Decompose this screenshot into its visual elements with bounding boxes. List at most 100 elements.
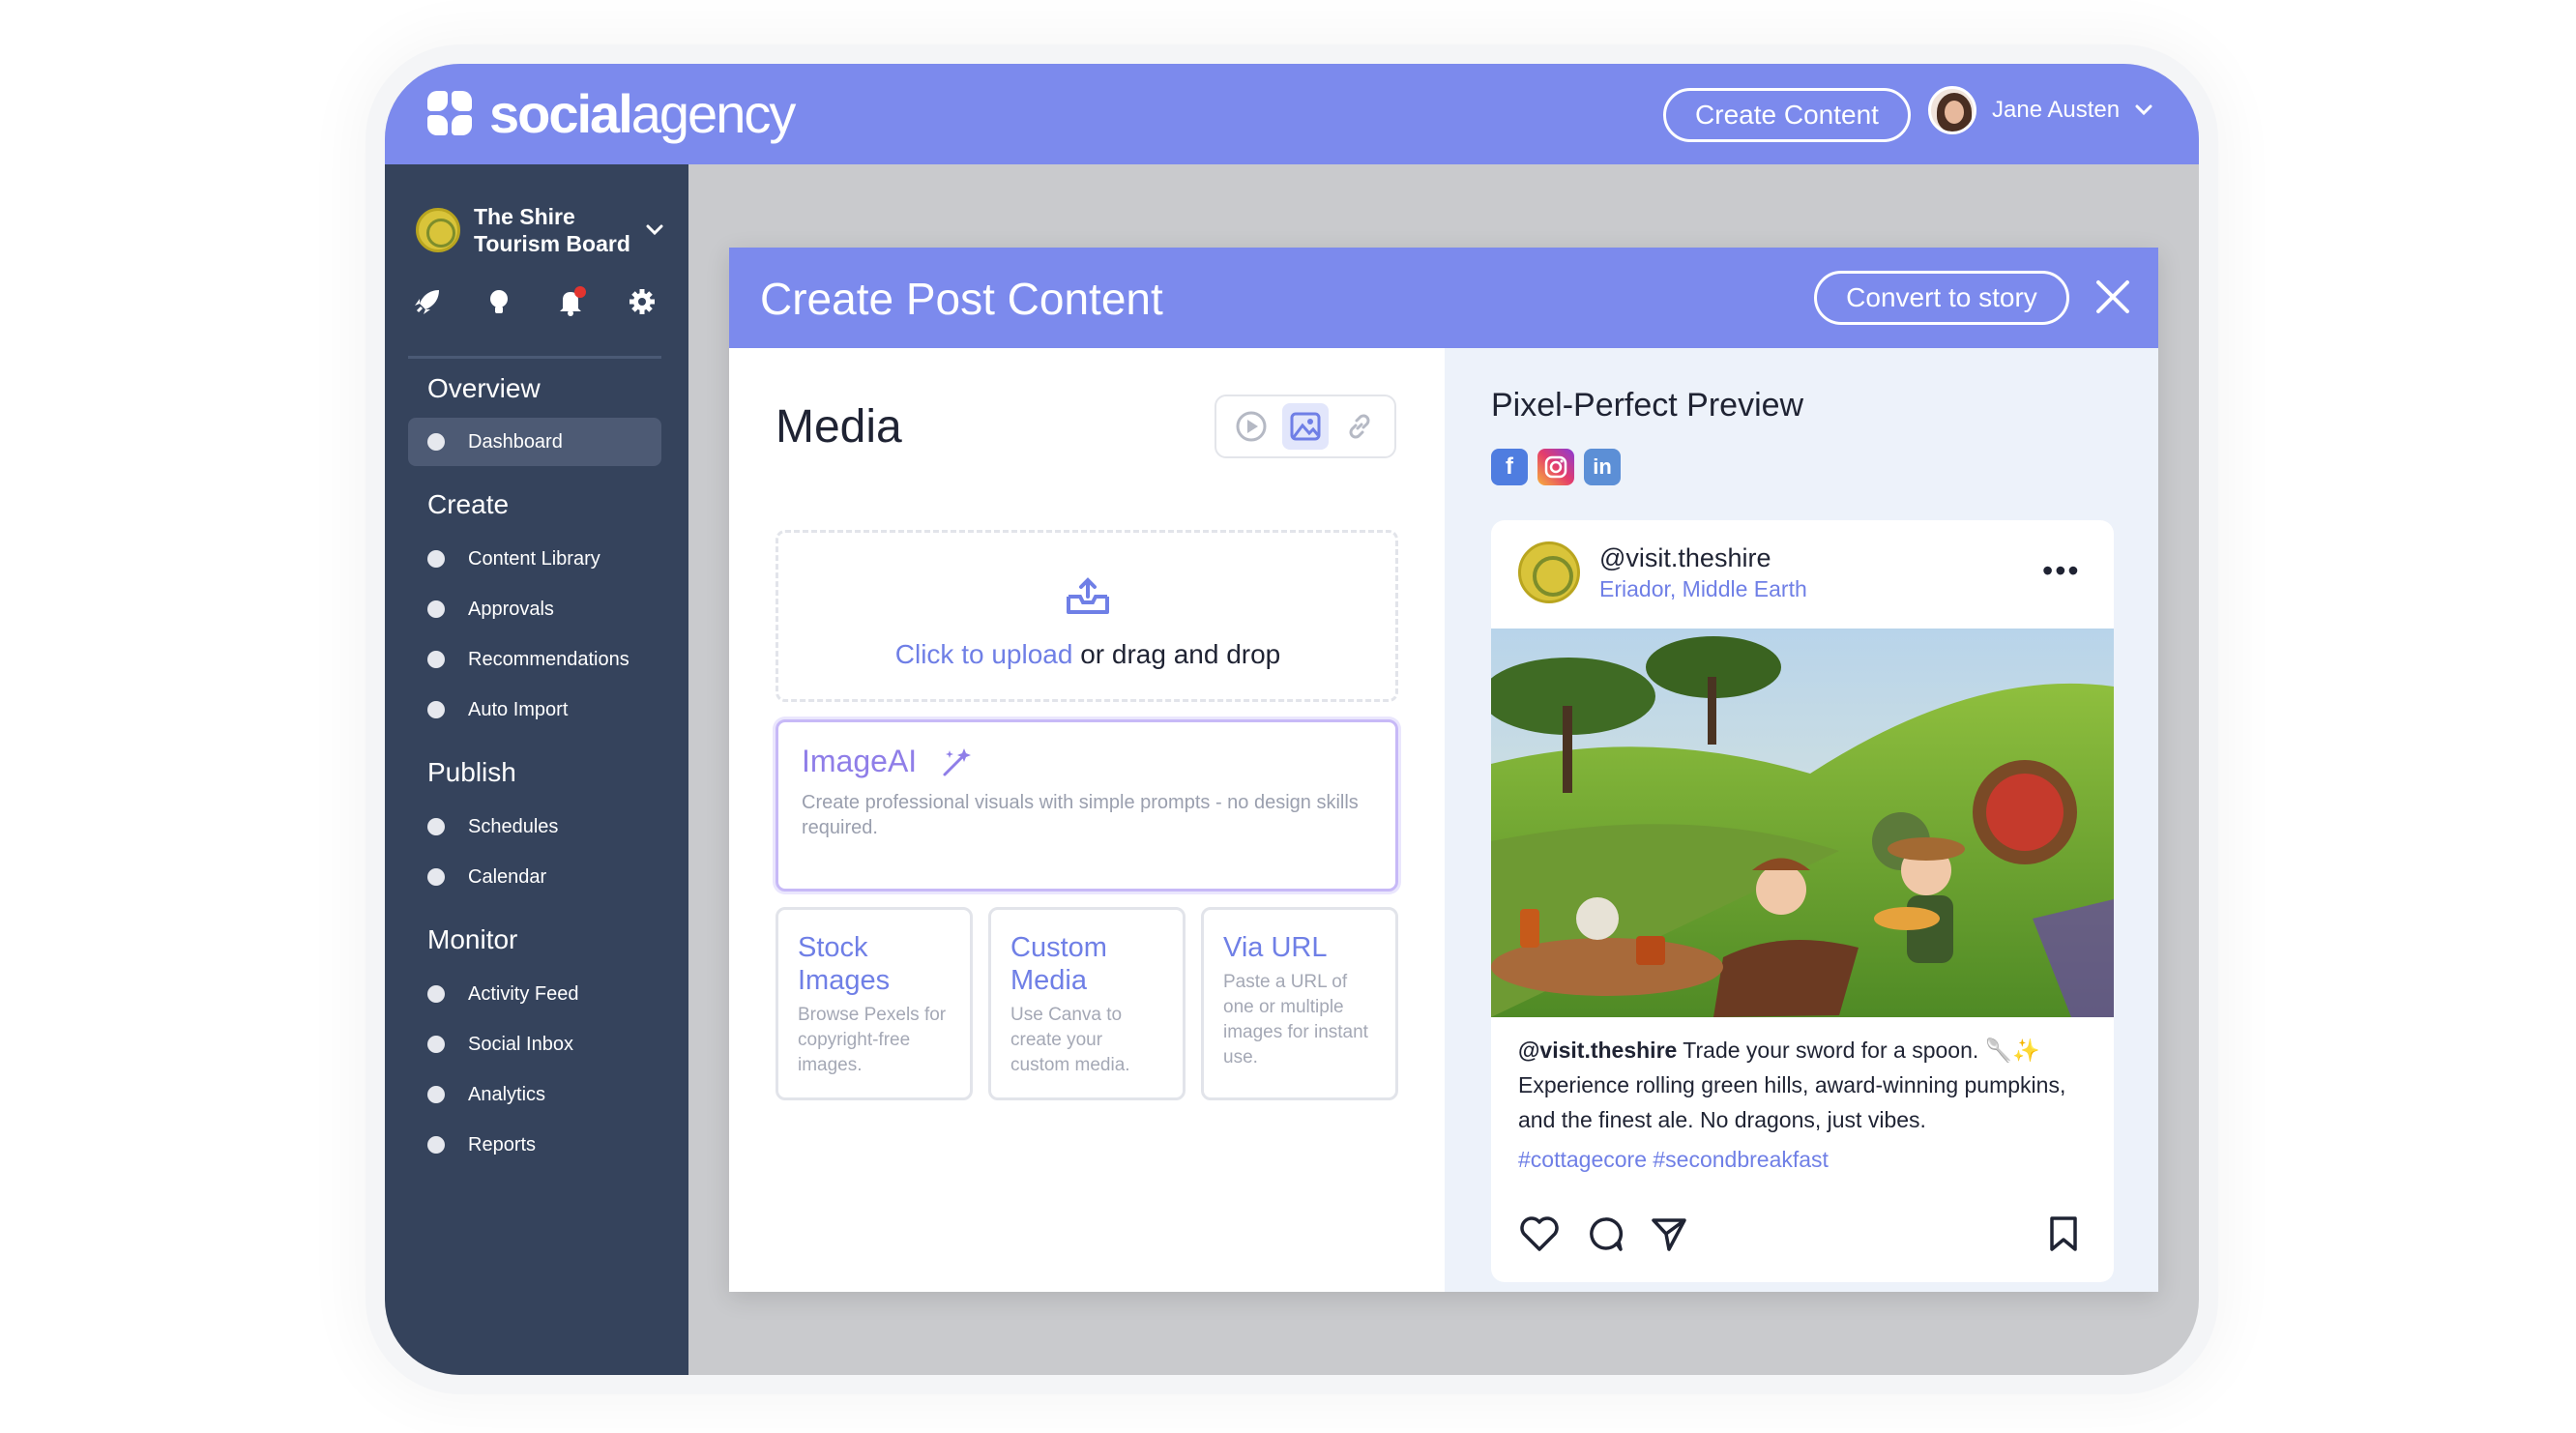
user-menu[interactable]: Jane Austen bbox=[1928, 86, 2152, 134]
chevron-down-icon bbox=[646, 224, 663, 236]
link-tab[interactable] bbox=[1336, 403, 1383, 450]
sidebar-item-calendar[interactable]: Calendar bbox=[408, 853, 661, 901]
sidebar-item-approvals[interactable]: Approvals bbox=[408, 585, 661, 633]
bullet-icon bbox=[427, 1136, 445, 1154]
card-title: Custom Media bbox=[1010, 932, 1107, 996]
convert-to-story-button[interactable]: Convert to story bbox=[1814, 271, 2069, 325]
org-logo bbox=[416, 208, 460, 252]
card-description: Use Canva to create your custom media. bbox=[1010, 1005, 1130, 1075]
post-preview-card: @visit.theshire Eriador, Middle Earth ••… bbox=[1491, 520, 2114, 1282]
chevron-down-icon bbox=[2135, 104, 2152, 116]
post-image bbox=[1491, 629, 2114, 1017]
bullet-icon bbox=[427, 550, 445, 568]
modal-header: Create Post Content Convert to story bbox=[729, 248, 2158, 348]
sidebar-item-social-inbox[interactable]: Social Inbox bbox=[408, 1020, 661, 1068]
upload-icon bbox=[1067, 577, 1109, 614]
more-options-icon[interactable]: ••• bbox=[2042, 553, 2081, 589]
bullet-icon bbox=[427, 701, 445, 718]
sidebar-item-label: Schedules bbox=[468, 815, 559, 837]
image-tab[interactable] bbox=[1282, 403, 1329, 450]
card-title: Stock Images bbox=[798, 932, 891, 996]
post-actions bbox=[1518, 1214, 1688, 1253]
image-icon bbox=[1290, 412, 1321, 441]
top-bar: socialagency Create Content Jane Austen bbox=[385, 64, 2199, 164]
logo-icon bbox=[427, 91, 474, 137]
card-description: Browse Pexels for copyright-free images. bbox=[798, 1005, 947, 1075]
sidebar-item-schedules[interactable]: Schedules bbox=[408, 803, 661, 851]
bullet-icon bbox=[427, 1086, 445, 1103]
stock-images-card[interactable]: Stock Images Browse Pexels for copyright… bbox=[776, 907, 973, 1100]
facebook-icon[interactable]: f bbox=[1491, 449, 1528, 485]
sidebar-item-auto-import[interactable]: Auto Import bbox=[408, 686, 661, 734]
bullet-icon bbox=[427, 1036, 445, 1053]
media-panel: Media Click to upload or drag and drop I… bbox=[729, 348, 1445, 1292]
user-name: Jane Austen bbox=[1992, 97, 2121, 123]
section-title-create: Create bbox=[427, 489, 510, 519]
play-icon bbox=[1236, 411, 1267, 442]
send-icon[interactable] bbox=[1650, 1214, 1688, 1253]
sidebar-item-label: Approvals bbox=[468, 598, 554, 620]
bell-icon[interactable] bbox=[555, 286, 586, 317]
sidebar-item-dashboard[interactable]: Dashboard bbox=[408, 418, 661, 466]
bullet-icon bbox=[427, 651, 445, 668]
sidebar-item-analytics[interactable]: Analytics bbox=[408, 1070, 661, 1119]
bullet-icon bbox=[427, 433, 445, 451]
gear-icon[interactable] bbox=[627, 286, 658, 317]
lightbulb-icon[interactable] bbox=[483, 286, 514, 317]
imageai-card[interactable]: ImageAI Create professional visuals with… bbox=[776, 719, 1398, 892]
section-title-monitor: Monitor bbox=[427, 924, 518, 954]
modal-title: Create Post Content bbox=[760, 274, 1163, 324]
create-content-button[interactable]: Create Content bbox=[1663, 88, 1911, 142]
sidebar-item-label: Analytics bbox=[468, 1083, 546, 1105]
sidebar-item-label: Auto Import bbox=[468, 698, 569, 720]
platform-selector: f in bbox=[1491, 449, 1621, 485]
preview-title: Pixel-Perfect Preview bbox=[1491, 387, 1804, 424]
close-icon[interactable] bbox=[2093, 277, 2133, 317]
comment-icon[interactable] bbox=[1586, 1214, 1625, 1253]
post-avatar bbox=[1518, 541, 1580, 603]
sidebar-item-label: Content Library bbox=[468, 547, 600, 570]
rocket-icon[interactable] bbox=[412, 286, 443, 317]
linkedin-icon[interactable]: in bbox=[1584, 449, 1621, 485]
card-title: Via URL bbox=[1223, 932, 1328, 963]
org-switcher[interactable]: The Shire Tourism Board bbox=[416, 203, 663, 257]
post-location: Eriador, Middle Earth bbox=[1599, 576, 1807, 601]
sidebar-item-label: Dashboard bbox=[468, 430, 563, 453]
via-url-card[interactable]: Via URL Paste a URL of one or multiple i… bbox=[1201, 907, 1398, 1100]
upload-dropzone[interactable]: Click to upload or drag and drop bbox=[776, 530, 1398, 702]
video-tab[interactable] bbox=[1228, 403, 1274, 450]
sidebar-item-label: Calendar bbox=[468, 865, 547, 888]
sidebar-item-activity-feed[interactable]: Activity Feed bbox=[408, 970, 661, 1018]
magic-wand-icon bbox=[943, 748, 971, 776]
section-title-publish: Publish bbox=[427, 757, 516, 787]
bullet-icon bbox=[427, 985, 445, 1003]
sidebar-item-label: Social Inbox bbox=[468, 1033, 573, 1055]
brand-name: socialagency bbox=[489, 83, 796, 144]
bullet-icon bbox=[427, 600, 445, 618]
notification-dot bbox=[574, 286, 586, 298]
quick-actions bbox=[412, 286, 658, 317]
sidebar-item-content-library[interactable]: Content Library bbox=[408, 535, 661, 583]
heart-icon[interactable] bbox=[1518, 1214, 1561, 1253]
avatar bbox=[1928, 86, 1976, 134]
post-handle: @visit.theshire bbox=[1599, 543, 1771, 572]
link-icon bbox=[1349, 414, 1370, 439]
sidebar-item-reports[interactable]: Reports bbox=[408, 1121, 661, 1169]
post-hashtags[interactable]: #cottagecore #secondbreakfast bbox=[1518, 1147, 1829, 1173]
instagram-icon[interactable] bbox=[1537, 449, 1574, 485]
media-type-tabs bbox=[1215, 395, 1396, 458]
org-name: The Shire Tourism Board bbox=[474, 204, 630, 256]
section-title-overview: Overview bbox=[427, 373, 541, 403]
upload-instructions: Click to upload or drag and drop bbox=[894, 639, 1281, 669]
custom-media-card[interactable]: Custom Media Use Canva to create your cu… bbox=[988, 907, 1186, 1100]
divider bbox=[408, 356, 661, 359]
media-title: Media bbox=[776, 401, 902, 453]
post-caption: @visit.theshire Trade your sword for a s… bbox=[1518, 1038, 2066, 1132]
sidebar-item-recommendations[interactable]: Recommendations bbox=[408, 635, 661, 684]
app-window: socialagency Create Content Jane Austen … bbox=[385, 64, 2199, 1375]
upload-link[interactable]: Click to upload bbox=[895, 639, 1073, 669]
sidebar-item-label: Reports bbox=[468, 1133, 537, 1155]
bookmark-icon[interactable] bbox=[2046, 1214, 2081, 1253]
bullet-icon bbox=[427, 868, 445, 886]
brand-logo[interactable]: socialagency bbox=[427, 83, 796, 144]
